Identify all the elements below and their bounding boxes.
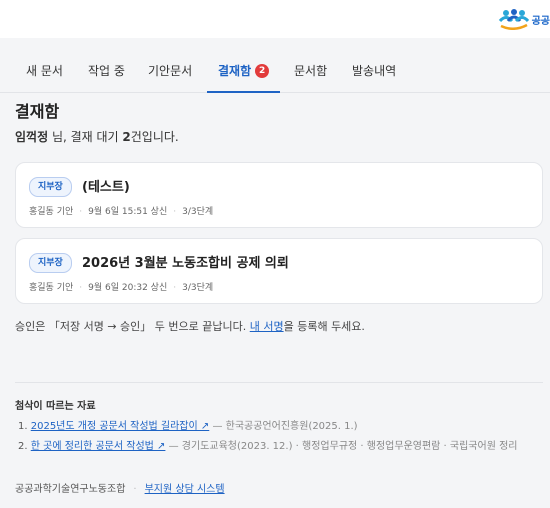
summary-text: 님, 결재 대기: [48, 130, 123, 144]
references-list: 1. 2025년도 개정 공문서 작성법 길라잡이 ↗ — 한국공공언어진흥원(…: [18, 418, 548, 458]
reference-item: 1. 2025년도 개정 공문서 작성법 길라잡이 ↗ — 한국공공언어진흥원(…: [18, 418, 548, 438]
reference-source: — 경기도교육청(2023. 12.) · 행정업무규정 · 행정업무운영편람 …: [165, 441, 518, 452]
summary-text-end: 건입니다.: [130, 130, 179, 144]
tab-label: 문서함: [294, 64, 328, 78]
tab-document-box[interactable]: 문서함: [294, 50, 327, 92]
approval-card[interactable]: 지부장 2026년 3월분 노동조합비 공제 의뢰 홍길동 기안 · 9월 6일 2…: [15, 238, 543, 304]
tab-sent-history[interactable]: 발송내역: [352, 50, 396, 92]
tab-label: 기안문서: [148, 64, 193, 78]
document-meta: 홍길동 기안 · 9월 6일 20:32 상신 · 3/3단계: [29, 283, 214, 293]
drafter: 홍길동 기안: [29, 207, 74, 217]
pending-summary: 임꺽정 님, 결재 대기 2건입니다.: [15, 128, 179, 145]
section-divider: [15, 382, 543, 383]
logo-icon: [498, 9, 529, 30]
document-meta: 홍길동 기안 · 9월 6일 15:51 상신 · 3/3단계: [29, 207, 214, 217]
reference-source: — 한국공공언어진흥원(2025. 1.): [209, 421, 358, 432]
logo-text: 공공: [531, 15, 550, 27]
pending-count: 2: [122, 130, 131, 144]
reference-link[interactable]: 한 곳에 정리한 공문서 작성법 ↗: [31, 441, 166, 452]
reference-number: 2.: [18, 441, 28, 452]
reference-item: 2. 한 곳에 정리한 공문서 작성법 ↗ — 경기도교육청(2023. 12.…: [18, 438, 548, 458]
document-title: 2026년 3월분 노동조합비 공제 의뢰: [82, 256, 289, 271]
approval-card[interactable]: 지부장 (테스트) 홍길동 기안 · 9월 6일 15:51 상신 · 3/3단계: [15, 162, 543, 228]
hint-text: 승인은 「저장 서명 → 승인」 두 번으로 끝납니다.: [15, 320, 250, 333]
org-logo[interactable]: 공공: [498, 6, 550, 32]
approval-stage: 3/3단계: [182, 207, 214, 217]
footer-separator: ·: [133, 484, 137, 495]
footer: 공공과학기술연구노동조합 · 부지원 상담 시스템: [15, 480, 225, 495]
top-header: 공공: [0, 0, 550, 38]
signature-hint: 승인은 「저장 서명 → 승인」 두 번으로 끝납니다. 내 서명을 등록해 두…: [15, 318, 365, 334]
page-title: 결재함: [15, 102, 60, 121]
my-signature-link[interactable]: 내 서명: [250, 320, 284, 333]
references-title: 첨삭이 따르는 자료: [15, 401, 96, 412]
pending-count-badge: 2: [255, 63, 270, 78]
user-name: 임꺽정: [15, 130, 49, 144]
support-system-link[interactable]: 부지원 상담 시스템: [145, 484, 225, 495]
tab-new-document[interactable]: 새 문서: [26, 50, 63, 92]
role-chip: 지부장: [29, 177, 72, 197]
document-title: (테스트): [82, 180, 130, 195]
footer-org: 공공과학기술연구노동조합: [15, 484, 126, 495]
hint-text-end: 을 등록해 두세요.: [283, 320, 365, 333]
tab-label: 결재함: [218, 64, 252, 78]
tab-approval-box[interactable]: 결재함 2: [206, 50, 281, 93]
tab-drafts[interactable]: 기안문서: [148, 50, 192, 92]
reference-link[interactable]: 2025년도 개정 공문서 작성법 길라잡이 ↗: [31, 421, 210, 432]
tab-label: 발송내역: [352, 64, 397, 78]
reference-number: 1.: [18, 421, 28, 432]
approval-stage: 3/3단계: [182, 283, 214, 293]
submitted-date: 9월 6일 20:32 상신: [88, 283, 168, 293]
tab-label: 새 문서: [26, 64, 63, 78]
tab-in-progress[interactable]: 작업 중: [88, 50, 125, 92]
submitted-date: 9월 6일 15:51 상신: [88, 207, 168, 217]
tab-bar: 새 문서 작업 중 기안문서 결재함 2 문서함 발송내역: [0, 50, 550, 93]
role-chip: 지부장: [29, 253, 72, 273]
tab-label: 작업 중: [88, 64, 125, 78]
drafter: 홍길동 기안: [29, 283, 74, 293]
